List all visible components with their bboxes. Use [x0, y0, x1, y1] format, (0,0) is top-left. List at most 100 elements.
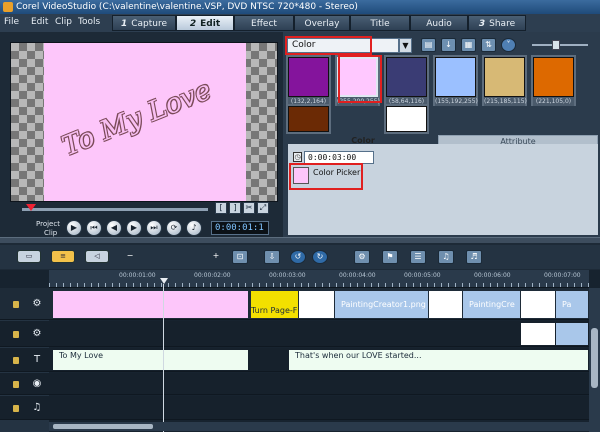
- lock-icon[interactable]: [13, 381, 19, 388]
- smart-render-icon[interactable]: ⚙: [354, 250, 370, 264]
- tab-edit[interactable]: 2 Edit: [176, 15, 234, 31]
- menu-file[interactable]: File: [4, 17, 19, 27]
- image-clip[interactable]: Pa: [556, 291, 588, 318]
- swatch-label: (221,105,0): [533, 97, 574, 106]
- chevron-down-icon[interactable]: ▼: [399, 38, 412, 53]
- overlay-clip[interactable]: [521, 323, 555, 345]
- ruler-ticks: [49, 283, 589, 287]
- color-swatch-light-blue[interactable]: [435, 57, 476, 97]
- color-clip[interactable]: [53, 291, 248, 318]
- scrollbar-thumb[interactable]: [591, 328, 598, 388]
- scrubber-track: [22, 208, 208, 211]
- highlight-box-color-picker: [289, 163, 363, 190]
- vertical-scrollbar[interactable]: [589, 288, 600, 432]
- image-clip-thumbnail[interactable]: [299, 291, 334, 318]
- storyboard-view-icon[interactable]: ▭: [17, 250, 41, 263]
- clip-mode-label[interactable]: Clip: [44, 229, 57, 237]
- overlay-track: ⚙: [0, 321, 600, 347]
- slider-track: [532, 44, 588, 46]
- insert-media-icon[interactable]: ⇩: [264, 250, 280, 264]
- menu-clip[interactable]: Clip: [55, 17, 72, 27]
- timecode-display[interactable]: 0:00:01:1: [211, 221, 269, 235]
- highlight-box-swatch: [338, 55, 382, 103]
- sort-icon[interactable]: ⇅: [481, 38, 496, 52]
- scrollbar-thumb[interactable]: [53, 424, 153, 429]
- scrubber-thumb-icon[interactable]: [26, 204, 36, 211]
- folder-icon[interactable]: ▤: [421, 38, 436, 52]
- ruler-label: 00:00:06:00: [474, 272, 511, 279]
- image-clip[interactable]: PaintingCreator1.png: [335, 291, 428, 318]
- library-panel: Color ▼ ▤ ↓ ▦ ⇅ ˅ (132,2,164) (255,200,2…: [283, 32, 600, 237]
- audio-mixer-icon[interactable]: ♫: [438, 250, 454, 264]
- ruler-label: 00:00:03:00: [269, 272, 306, 279]
- lock-icon[interactable]: [13, 331, 19, 338]
- import-icon[interactable]: ↓: [441, 38, 456, 52]
- project-mode-label[interactable]: Project: [36, 220, 60, 228]
- fit-project-icon[interactable]: ⊡: [232, 250, 248, 264]
- mark-in-button[interactable]: [: [215, 202, 227, 214]
- mark-out-button[interactable]: ]: [229, 202, 241, 214]
- zoom-out-icon[interactable]: −: [122, 250, 138, 264]
- previous-frame-icon[interactable]: ◀: [106, 220, 122, 236]
- title-clip[interactable]: To My Love: [53, 350, 248, 370]
- options-expand-icon[interactable]: ˅: [501, 38, 516, 52]
- lock-icon[interactable]: [13, 301, 19, 308]
- slider-thumb[interactable]: [552, 40, 560, 50]
- audio-view-icon[interactable]: ◁: [85, 250, 109, 263]
- menu-tools[interactable]: Tools: [78, 17, 100, 27]
- overlay-clip[interactable]: [556, 323, 588, 345]
- image-clip[interactable]: PaintingCre: [463, 291, 520, 318]
- repeat-icon[interactable]: ⟳: [166, 220, 182, 236]
- preview-canvas: To My Love: [44, 43, 246, 201]
- end-icon[interactable]: ⏭: [146, 220, 162, 236]
- color-swatch-tan[interactable]: [484, 57, 525, 97]
- chapter-point-icon[interactable]: ⚑: [382, 250, 398, 264]
- color-swatch-navy[interactable]: [386, 57, 427, 97]
- tab-overlay[interactable]: Overlay: [294, 15, 350, 31]
- music-track: ♫: [0, 396, 600, 420]
- tab-capture[interactable]: 1 Capture: [112, 15, 176, 31]
- swatch-label: (215,185,115): [484, 97, 527, 106]
- undo-icon[interactable]: ↺: [290, 250, 306, 264]
- volume-icon[interactable]: ♪: [186, 220, 202, 236]
- app-icon: [3, 2, 13, 12]
- menu-bar: File Edit Clip Tools 1 Capture 2 Edit Effe…: [0, 14, 600, 32]
- track-manager-icon[interactable]: ☰: [410, 250, 426, 264]
- lock-icon[interactable]: [13, 357, 19, 364]
- title-track: T To My Love That's when our LOVE starte…: [0, 348, 600, 372]
- play-icon[interactable]: ▶: [66, 220, 82, 236]
- redo-icon[interactable]: ↻: [312, 250, 328, 264]
- timeline-view-icon[interactable]: ≡: [51, 250, 75, 263]
- cut-clip-button[interactable]: ✂: [243, 202, 255, 214]
- transition-thumbnail[interactable]: [429, 291, 462, 318]
- next-frame-icon[interactable]: ▶: [126, 220, 142, 236]
- tab-label: Effect: [251, 19, 277, 29]
- horizontal-scrollbar[interactable]: [49, 422, 589, 431]
- tab-share[interactable]: 3 Share: [468, 15, 526, 31]
- menu-edit[interactable]: Edit: [31, 17, 48, 27]
- playhead-icon[interactable]: [160, 278, 168, 284]
- tab-effect[interactable]: Effect: [234, 15, 294, 31]
- lock-icon[interactable]: [13, 405, 19, 412]
- enlarge-preview-button[interactable]: ⤢: [257, 202, 269, 214]
- time-ruler[interactable]: 00:00:01:00 00:00:02:00 00:00:03:00 00:0…: [49, 270, 589, 288]
- color-swatch-brown[interactable]: [288, 106, 329, 132]
- tab-audio[interactable]: Audio: [410, 15, 468, 31]
- color-swatch-purple[interactable]: [288, 57, 329, 97]
- color-swatch-white[interactable]: [386, 106, 427, 132]
- zoom-in-icon[interactable]: +: [208, 250, 224, 264]
- library-manager-icon[interactable]: ▦: [461, 38, 476, 52]
- preview-scrubber[interactable]: [22, 204, 208, 214]
- color-swatch-orange[interactable]: [533, 57, 574, 97]
- transition-clip[interactable]: Turn Page-Flip: [251, 291, 298, 318]
- title-clip[interactable]: That's when our LOVE started...: [289, 350, 588, 370]
- tab-title[interactable]: Title: [350, 15, 410, 31]
- ruler-label: 00:00:02:00: [194, 272, 231, 279]
- panel-divider[interactable]: [0, 237, 600, 243]
- tab-label: Title: [370, 19, 390, 29]
- home-icon[interactable]: ⏮: [86, 220, 102, 236]
- transition-thumbnail[interactable]: [521, 291, 555, 318]
- thumbnail-size-slider[interactable]: [522, 40, 592, 50]
- ruler-label: 00:00:07:00: [544, 272, 581, 279]
- auto-music-icon[interactable]: ♬: [466, 250, 482, 264]
